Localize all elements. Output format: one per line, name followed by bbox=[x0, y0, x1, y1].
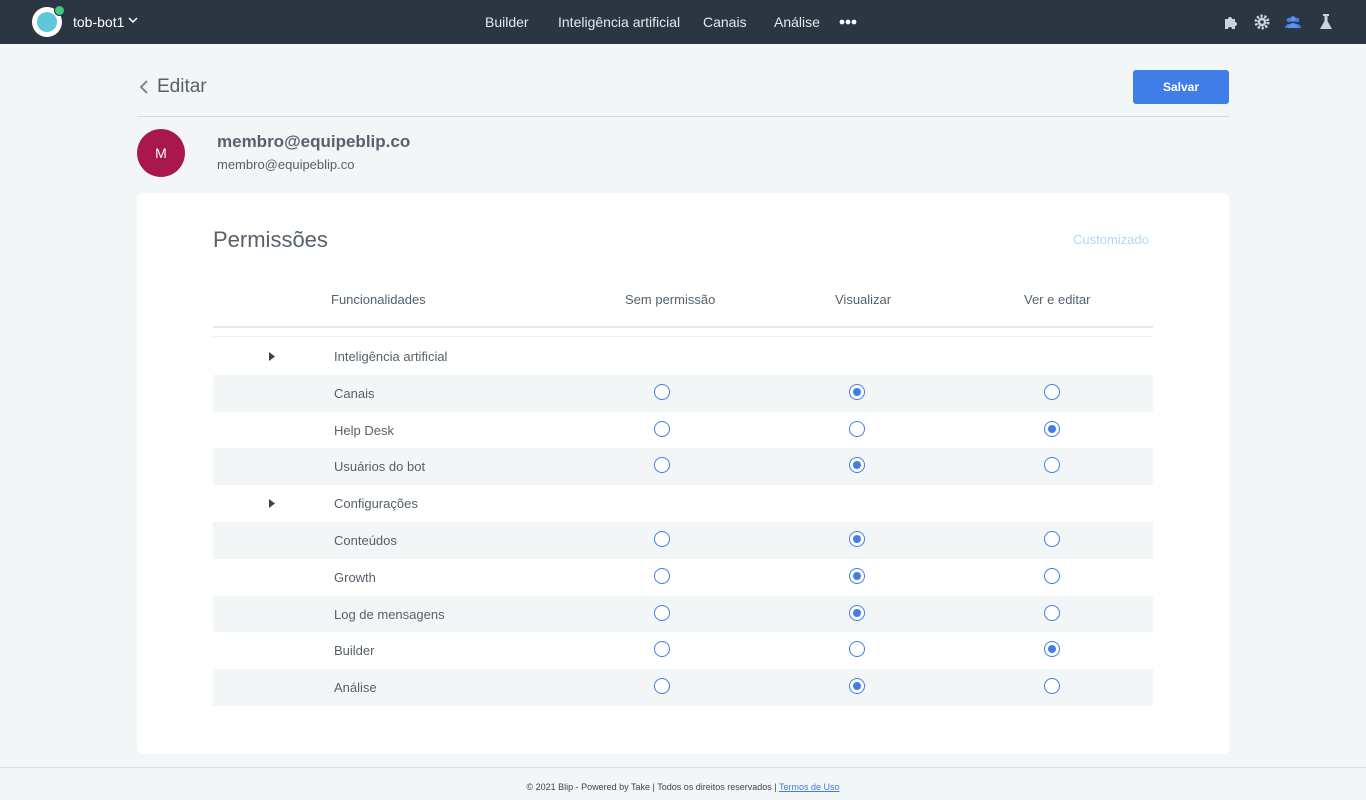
radio-edit[interactable] bbox=[1044, 457, 1060, 474]
terms-link[interactable]: Termos de Uso bbox=[779, 782, 840, 792]
permission-row: Canais bbox=[213, 374, 1153, 412]
radio-edit[interactable] bbox=[1044, 604, 1060, 621]
back-icon[interactable] bbox=[137, 79, 151, 95]
gear-icon[interactable] bbox=[1253, 13, 1271, 31]
table-header: Funcionalidades Sem permissão Visualizar… bbox=[213, 277, 1153, 321]
permissions-card: Permissões Customizado Funcionalidades S… bbox=[137, 193, 1229, 754]
nav-ai[interactable]: Inteligência artificial bbox=[558, 13, 680, 31]
radio-view[interactable] bbox=[849, 530, 865, 547]
permission-label: Growth bbox=[334, 569, 376, 585]
radio-edit[interactable] bbox=[1044, 678, 1060, 695]
radio-edit[interactable] bbox=[1044, 530, 1060, 547]
radio-none[interactable] bbox=[654, 530, 670, 547]
column-header-none: Sem permissão bbox=[625, 292, 716, 307]
permission-row: Usuários do bot bbox=[213, 448, 1153, 486]
permission-label: Help Desk bbox=[334, 422, 394, 438]
radio-view[interactable] bbox=[849, 457, 865, 474]
nav-builder[interactable]: Builder bbox=[485, 13, 529, 31]
permission-label: Builder bbox=[334, 643, 375, 659]
member-email: membro@equipeblip.co bbox=[217, 157, 355, 172]
bot-face-icon bbox=[37, 12, 57, 32]
permission-group-row: Configurações bbox=[213, 485, 1153, 522]
permission-label: Inteligência artificial bbox=[334, 349, 448, 364]
header-divider bbox=[213, 336, 1153, 337]
bot-name[interactable]: tob-bot1 bbox=[73, 13, 124, 31]
top-bar: tob-bot1 Builder Inteligência artificial… bbox=[0, 0, 1366, 44]
nav-channels[interactable]: Canais bbox=[703, 13, 747, 31]
chevron-down-icon[interactable] bbox=[127, 14, 139, 26]
footer-text: © 2021 Blip - Powered by Take | Todos os… bbox=[526, 782, 779, 792]
permission-rows: Inteligência artificial Canais Help Desk Us… bbox=[213, 338, 1153, 706]
custom-preset-link[interactable]: Customizado bbox=[1073, 232, 1149, 247]
header-divider bbox=[213, 326, 1153, 328]
radio-view[interactable] bbox=[849, 604, 865, 621]
radio-edit[interactable] bbox=[1044, 567, 1060, 584]
radio-none[interactable] bbox=[654, 567, 670, 584]
radio-view[interactable] bbox=[849, 420, 865, 437]
online-status-icon bbox=[54, 5, 65, 16]
more-icon[interactable] bbox=[839, 19, 857, 25]
radio-view[interactable] bbox=[849, 567, 865, 584]
bot-avatar[interactable] bbox=[32, 5, 65, 37]
avatar: M bbox=[137, 129, 185, 177]
permission-label: Análise bbox=[334, 680, 377, 696]
permission-row: Log de mensagens bbox=[213, 595, 1153, 633]
radio-edit[interactable] bbox=[1044, 420, 1060, 437]
column-header-feature: Funcionalidades bbox=[331, 292, 426, 307]
caret-right-icon[interactable] bbox=[269, 499, 275, 509]
permission-row: Help Desk bbox=[213, 412, 1153, 449]
footer: © 2021 Blip - Powered by Take | Todos os… bbox=[0, 782, 1366, 792]
radio-view[interactable] bbox=[849, 641, 865, 658]
caret-right-icon[interactable] bbox=[269, 352, 275, 361]
member-name: membro@equipeblip.co bbox=[217, 132, 411, 151]
footer-divider bbox=[0, 767, 1366, 768]
permissions-table: Funcionalidades Sem permissão Visualizar… bbox=[213, 277, 1153, 706]
permission-label: Log de mensagens bbox=[334, 606, 445, 622]
radio-edit[interactable] bbox=[1044, 383, 1060, 400]
permission-row: Builder bbox=[213, 632, 1153, 669]
radio-none[interactable] bbox=[654, 383, 670, 400]
column-header-edit: Ver e editar bbox=[1024, 292, 1091, 307]
permission-label: Conteúdos bbox=[334, 532, 397, 548]
permission-row: Análise bbox=[213, 669, 1153, 706]
flask-icon[interactable] bbox=[1317, 13, 1335, 31]
permission-row: Growth bbox=[213, 559, 1153, 596]
save-button[interactable]: Salvar bbox=[1133, 70, 1229, 104]
nav-analytics[interactable]: Análise bbox=[774, 13, 820, 31]
permissions-title: Permissões bbox=[213, 227, 328, 252]
radio-view[interactable] bbox=[849, 383, 865, 400]
radio-none[interactable] bbox=[654, 678, 670, 695]
permission-group-row: Inteligência artificial bbox=[213, 338, 1153, 375]
radio-view[interactable] bbox=[849, 678, 865, 695]
puzzle-icon[interactable] bbox=[1222, 13, 1240, 31]
team-icon[interactable] bbox=[1284, 13, 1302, 31]
permission-row: Conteúdos bbox=[213, 521, 1153, 559]
column-header-view: Visualizar bbox=[835, 292, 892, 307]
header-divider bbox=[137, 116, 1229, 117]
radio-edit[interactable] bbox=[1044, 641, 1060, 658]
radio-none[interactable] bbox=[654, 420, 670, 437]
permission-label: Configurações bbox=[334, 496, 418, 512]
radio-none[interactable] bbox=[654, 457, 670, 474]
permission-label: Canais bbox=[334, 385, 375, 401]
page-title: Editar bbox=[157, 76, 207, 97]
permission-label: Usuários do bot bbox=[334, 459, 426, 475]
radio-none[interactable] bbox=[654, 604, 670, 621]
radio-none[interactable] bbox=[654, 641, 670, 658]
